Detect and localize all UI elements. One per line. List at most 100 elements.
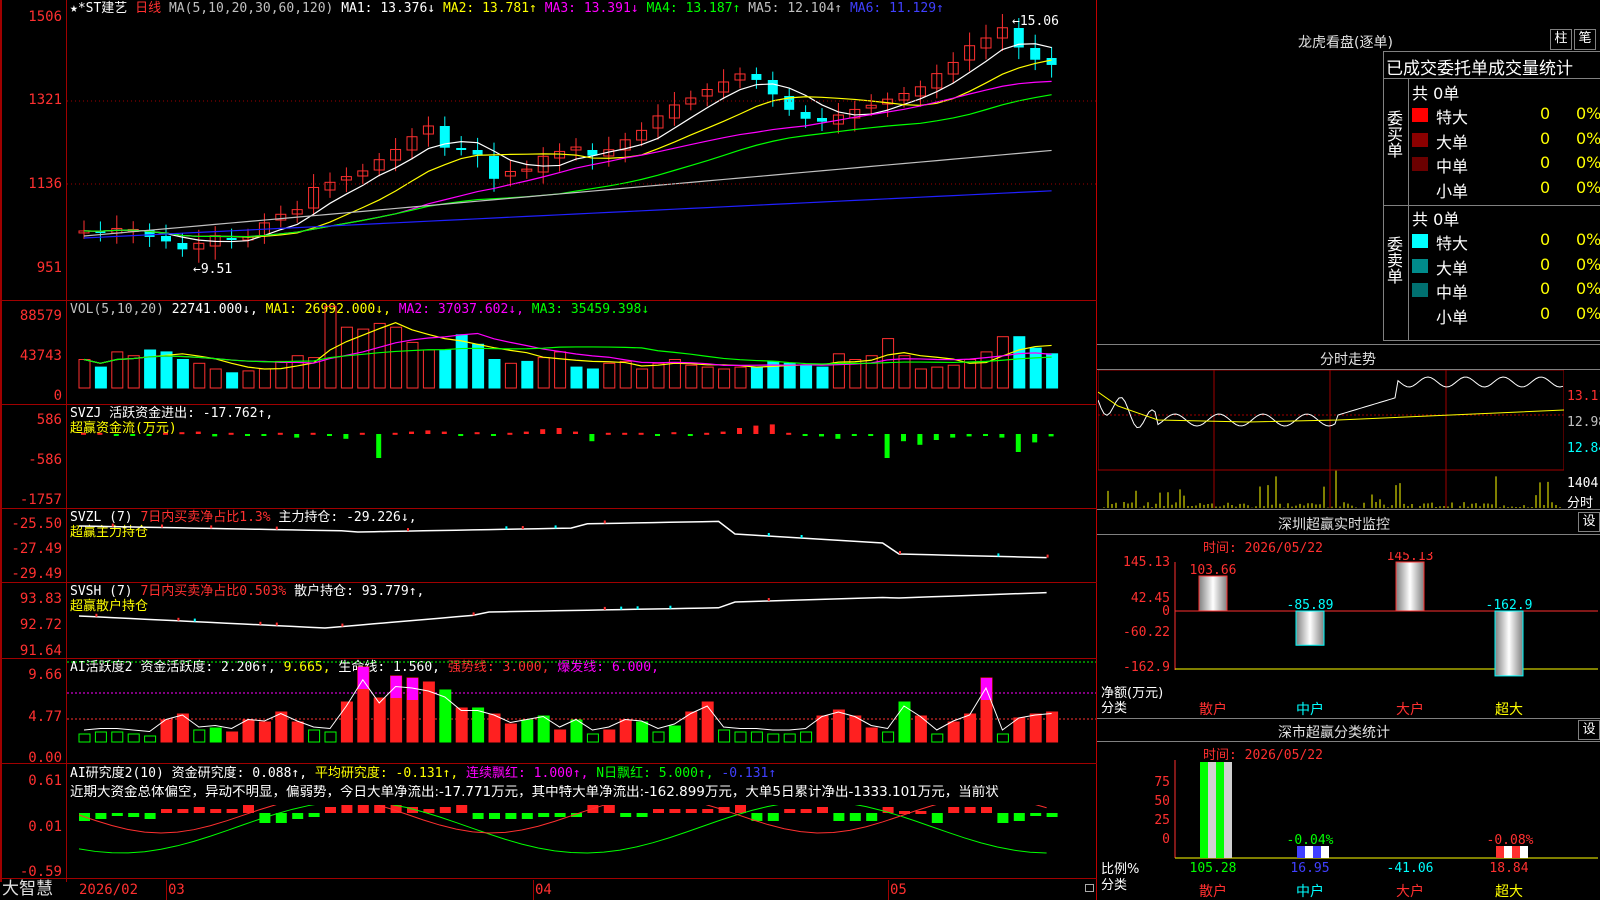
aihy-bar	[340, 701, 353, 743]
volume-bar	[504, 362, 517, 389]
aiyj-bar	[653, 809, 664, 813]
intraday-chart[interactable]	[1098, 370, 1564, 508]
monitor-y-tick: 145.13	[1123, 555, 1170, 570]
aihy-bar	[652, 731, 665, 743]
lhb-row-count: 0	[1540, 303, 1551, 323]
svsh-line-tick	[193, 618, 196, 622]
aihy-bar	[111, 731, 124, 743]
lhb-row-count: 0	[1540, 230, 1551, 249]
svsh-line-tick	[669, 605, 672, 609]
aiyj-bar	[521, 813, 533, 819]
svzl-line-tick	[111, 523, 114, 527]
monitor-bar-value: -162.9	[1486, 598, 1533, 613]
monitor-category: 中户	[1296, 701, 1324, 717]
aihy-bar	[865, 727, 878, 743]
svzj-y-mid: -586	[28, 452, 62, 468]
volume-bar	[816, 366, 829, 389]
lhb-color-swatch	[1412, 108, 1428, 122]
volume-bar	[619, 360, 632, 389]
kline-candle	[767, 80, 778, 95]
lhb-row-label: 特大	[1436, 108, 1469, 127]
svzj-bar	[720, 431, 726, 434]
svzl-chart[interactable]	[67, 508, 1096, 582]
aiyj-bar	[1046, 813, 1058, 817]
svzj-bar	[605, 432, 611, 435]
aihy-bar	[947, 721, 960, 743]
classify-bar	[1224, 762, 1232, 858]
y-label-1321: 1321	[28, 92, 62, 108]
classify-pct-label: -0.04%	[1287, 833, 1334, 848]
svzj-bar	[556, 428, 562, 434]
svzl-line-tick	[1046, 554, 1049, 558]
aiyj-chart[interactable]	[67, 805, 1096, 878]
xaxis-label-apr: 04	[535, 882, 552, 898]
vol-y-zero: 0	[53, 388, 62, 404]
kline-candle	[817, 118, 827, 122]
svsh-line-tick	[95, 613, 98, 617]
svzj-bar	[277, 432, 283, 435]
aiyj-bar	[341, 805, 353, 813]
fenshi-p3: 12.84	[1567, 441, 1600, 456]
aihy-chart[interactable]	[67, 658, 1096, 763]
aiyj-bar	[981, 807, 992, 813]
ma6-line	[83, 190, 1052, 239]
lhb-row-count: 0	[1540, 279, 1551, 298]
lhb-row-pct: 0%	[1576, 254, 1600, 274]
svsh-line	[78, 591, 1047, 629]
aihy-bar	[668, 725, 681, 743]
aihy-bar	[242, 719, 255, 743]
svsh-line-tick	[636, 606, 639, 610]
aihy-bar	[521, 719, 534, 743]
bar-mode-button[interactable]: 柱	[1550, 29, 1572, 50]
aiyj-bar	[849, 813, 861, 821]
lhb-row-label: 小单	[1436, 181, 1469, 201]
volume-chart[interactable]	[67, 300, 1096, 404]
monitor-settings-button[interactable]: 设	[1578, 512, 1600, 532]
svzl-line-tick	[899, 551, 901, 554]
aihy-bar	[619, 719, 632, 743]
svzl-line	[78, 520, 1047, 559]
volume-bar	[570, 366, 583, 389]
svzl-y-bot: -29.49	[11, 566, 62, 582]
svzj-bar	[130, 434, 136, 436]
aihy-bar	[94, 731, 107, 743]
vol-ma2-line	[83, 332, 1052, 366]
aiyj-bar	[177, 809, 189, 813]
lhb-row-label: 中单	[1436, 283, 1469, 302]
aihy-bar	[209, 727, 222, 743]
lhb-row-count: 0	[1540, 177, 1551, 197]
aiyj-bar	[800, 809, 812, 813]
svsh-chart[interactable]	[67, 582, 1096, 658]
kline-chart[interactable]	[67, 0, 1096, 300]
svzl-line-tick	[997, 553, 1000, 557]
svzj-bar	[835, 434, 841, 439]
lhb-row-pct: 0%	[1576, 303, 1600, 323]
monitor-bar-value: 145.13	[1387, 552, 1434, 564]
volume-bar	[242, 370, 255, 389]
y-label-1506: 1506	[28, 9, 62, 25]
svzl-line-tick	[521, 526, 524, 529]
volume-bar	[1029, 347, 1042, 389]
lhb-row-pct: 0%	[1576, 177, 1600, 197]
svzj-bar	[638, 432, 644, 435]
svzj-bar	[917, 434, 923, 445]
svzl-line-tick	[505, 526, 508, 530]
svzj-bar	[343, 434, 349, 439]
classify-settings-button[interactable]: 设	[1578, 720, 1600, 740]
aihy-bar	[144, 735, 157, 743]
aiyj-bar	[833, 813, 845, 821]
aiyj-bar	[817, 807, 828, 813]
svsh-line-tick	[275, 622, 278, 626]
svzj-chart[interactable]	[67, 404, 1096, 508]
lock-icon[interactable]	[1085, 884, 1094, 892]
classify-value: 16.95	[1290, 861, 1329, 876]
aihy-bar	[78, 733, 91, 743]
ma1-line	[83, 43, 1052, 243]
aihy-bar	[832, 709, 845, 743]
aiyj-bar	[620, 813, 632, 817]
svzj-bar	[933, 434, 939, 440]
svsh-line-tick	[341, 623, 344, 627]
aiyj-bar	[472, 813, 484, 819]
tick-mode-button[interactable]: 笔	[1574, 29, 1596, 50]
aihy-bar	[275, 711, 288, 743]
